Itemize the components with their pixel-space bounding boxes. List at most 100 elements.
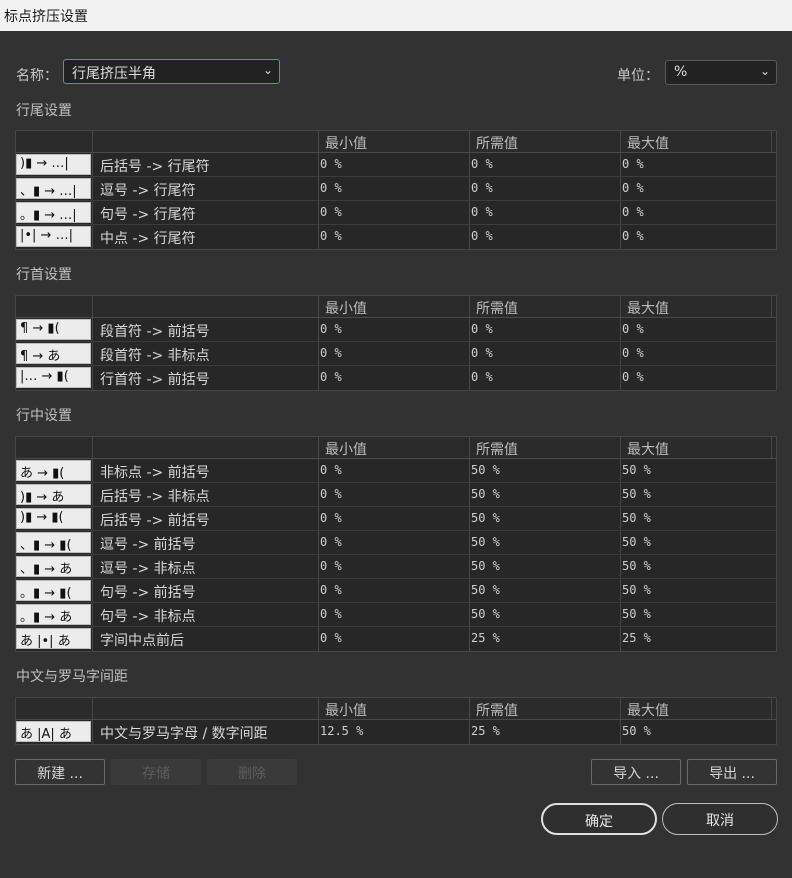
value-min[interactable]: 0 % (320, 559, 342, 573)
value-min[interactable]: 0 % (320, 631, 342, 645)
table-row[interactable]: |•| → …| 中点 -> 行尾符 0 % 0 % 0 % (16, 225, 776, 249)
table-row[interactable]: あ |A| あ中文与罗马字母 / 数字间距 12.5 % 25 % 50 % (16, 720, 776, 744)
value-max[interactable]: 50 % (622, 607, 651, 621)
table-row[interactable]: あ → ▮(非标点 -> 前括号 0 % 50 % 50 % (16, 459, 776, 483)
column-header-desired[interactable]: 所需值 (476, 439, 518, 459)
value-min[interactable]: 0 % (320, 463, 342, 477)
value-desired[interactable]: 0 % (471, 229, 493, 243)
table-row[interactable]: 、▮ → …| 逗号 -> 行尾符 0 % 0 % 0 % (16, 177, 776, 201)
column-header-desired[interactable]: 所需值 (476, 133, 518, 153)
name-select[interactable]: 行尾挤压半角 ⌄ (63, 59, 280, 84)
value-min[interactable]: 0 % (320, 487, 342, 501)
column-header-min[interactable]: 最小值 (325, 298, 367, 318)
ok-button[interactable]: 确定 (541, 803, 657, 835)
save-button[interactable]: 存储 (111, 759, 201, 785)
value-min[interactable]: 0 % (320, 346, 342, 360)
unit-select[interactable]: % ⌄ (665, 60, 777, 85)
column-header-min[interactable]: 最小值 (325, 439, 367, 459)
value-max[interactable]: 50 % (622, 559, 651, 573)
table-row[interactable]: ¶ → あ段首符 -> 非标点 0 % 0 % 0 % (16, 342, 776, 366)
table-row[interactable]: )▮ → …| 后括号 -> 行尾符 0 % 0 % 0 % (16, 153, 776, 177)
column-header-desired[interactable]: 所需值 (476, 298, 518, 318)
spacing-rule-icon: ¶ → あ (16, 343, 91, 364)
table-row[interactable]: |… → ▮(行首符 -> 前括号 0 % 0 % 0 % (16, 366, 776, 390)
settings-table: 最小值 所需值 最大值)▮ → …| 后括号 -> 行尾符 0 % 0 % 0 % 、▮ → … (15, 130, 777, 250)
value-min[interactable]: 0 % (320, 583, 342, 597)
cancel-button[interactable]: 取消 (662, 803, 778, 835)
value-desired[interactable]: 25 % (471, 631, 500, 645)
value-desired[interactable]: 50 % (471, 463, 500, 477)
value-min[interactable]: 12.5 % (320, 724, 363, 738)
unit-select-value: % (674, 64, 688, 80)
table-row[interactable]: あ |•| あ字间中点前后 0 % 25 % 25 % (16, 627, 776, 651)
column-header-min[interactable]: 最小值 (325, 700, 367, 720)
value-max[interactable]: 50 % (622, 724, 651, 738)
value-max[interactable]: 0 % (622, 157, 644, 171)
value-min[interactable]: 0 % (320, 181, 342, 195)
table-row[interactable]: 、▮ → ▮(逗号 -> 前括号 0 % 50 % 50 % (16, 531, 776, 555)
value-desired[interactable]: 50 % (471, 511, 500, 525)
spacing-rule-icon: )▮ → …| (16, 154, 91, 175)
value-max[interactable]: 50 % (622, 511, 651, 525)
rule-name: 后括号 -> 前括号 (100, 513, 210, 529)
value-max[interactable]: 50 % (622, 535, 651, 549)
table-row[interactable]: 、▮ → あ逗号 -> 非标点 0 % 50 % 50 % (16, 555, 776, 579)
rule-name: 句号 -> 非标点 (100, 609, 196, 625)
value-min[interactable]: 0 % (320, 157, 342, 171)
column-header-max[interactable]: 最大值 (627, 439, 669, 459)
column-header-max[interactable]: 最大值 (627, 133, 669, 153)
value-min[interactable]: 0 % (320, 322, 342, 336)
export-button[interactable]: 导出 ... (687, 759, 777, 785)
value-desired[interactable]: 50 % (471, 535, 500, 549)
table-row[interactable]: 。▮ → ▮(句号 -> 前括号 0 % 50 % 50 % (16, 579, 776, 603)
rule-name: 逗号 -> 行尾符 (100, 183, 196, 199)
value-max[interactable]: 50 % (622, 487, 651, 501)
value-desired[interactable]: 50 % (471, 583, 500, 597)
value-desired[interactable]: 0 % (471, 346, 493, 360)
spacing-rule-icon: 、▮ → あ (16, 556, 91, 577)
value-max[interactable]: 0 % (622, 181, 644, 195)
value-desired[interactable]: 50 % (471, 487, 500, 501)
value-desired[interactable]: 25 % (471, 724, 500, 738)
value-max[interactable]: 0 % (622, 229, 644, 243)
value-min[interactable]: 0 % (320, 535, 342, 549)
value-desired[interactable]: 50 % (471, 559, 500, 573)
table-row[interactable]: ¶ → ▮(段首符 -> 前括号 0 % 0 % 0 % (16, 318, 776, 342)
table-row[interactable]: 。▮ → あ句号 -> 非标点 0 % 50 % 50 % (16, 603, 776, 627)
table-row[interactable]: )▮ → あ后括号 -> 非标点 0 % 50 % 50 % (16, 483, 776, 507)
value-desired[interactable]: 0 % (471, 370, 493, 384)
value-max[interactable]: 25 % (622, 631, 651, 645)
table-row[interactable]: 。▮ → …| 句号 -> 行尾符 0 % 0 % 0 % (16, 201, 776, 225)
section-title: 行首设置 (16, 267, 72, 283)
value-min[interactable]: 0 % (320, 511, 342, 525)
column-header-min[interactable]: 最小值 (325, 133, 367, 153)
value-max[interactable]: 50 % (622, 583, 651, 597)
value-max[interactable]: 0 % (622, 370, 644, 384)
column-header-max[interactable]: 最大值 (627, 298, 669, 318)
delete-button[interactable]: 删除 (207, 759, 297, 785)
value-desired[interactable]: 0 % (471, 205, 493, 219)
rule-name: 字间中点前后 (100, 633, 184, 649)
value-max[interactable]: 0 % (622, 346, 644, 360)
value-desired[interactable]: 0 % (471, 322, 493, 336)
new-button[interactable]: 新建 ... (15, 759, 105, 785)
rule-name: 行首符 -> 前括号 (100, 372, 210, 388)
value-max[interactable]: 0 % (622, 205, 644, 219)
value-max[interactable]: 0 % (622, 322, 644, 336)
value-min[interactable]: 0 % (320, 607, 342, 621)
spacing-rule-icon: )▮ → あ (16, 484, 91, 505)
value-min[interactable]: 0 % (320, 229, 342, 243)
table-header: 最小值 所需值 最大值 (16, 131, 776, 153)
column-header-max[interactable]: 最大值 (627, 700, 669, 720)
import-button[interactable]: 导入 ... (591, 759, 681, 785)
value-max[interactable]: 50 % (622, 463, 651, 477)
column-header-desired[interactable]: 所需值 (476, 700, 518, 720)
value-desired[interactable]: 50 % (471, 607, 500, 621)
table-row[interactable]: )▮ → ▮(后括号 -> 前括号 0 % 50 % 50 % (16, 507, 776, 531)
value-desired[interactable]: 0 % (471, 181, 493, 195)
rule-name: 中点 -> 行尾符 (100, 231, 196, 247)
value-desired[interactable]: 0 % (471, 157, 493, 171)
value-min[interactable]: 0 % (320, 205, 342, 219)
rule-name: 逗号 -> 非标点 (100, 561, 196, 577)
value-min[interactable]: 0 % (320, 370, 342, 384)
